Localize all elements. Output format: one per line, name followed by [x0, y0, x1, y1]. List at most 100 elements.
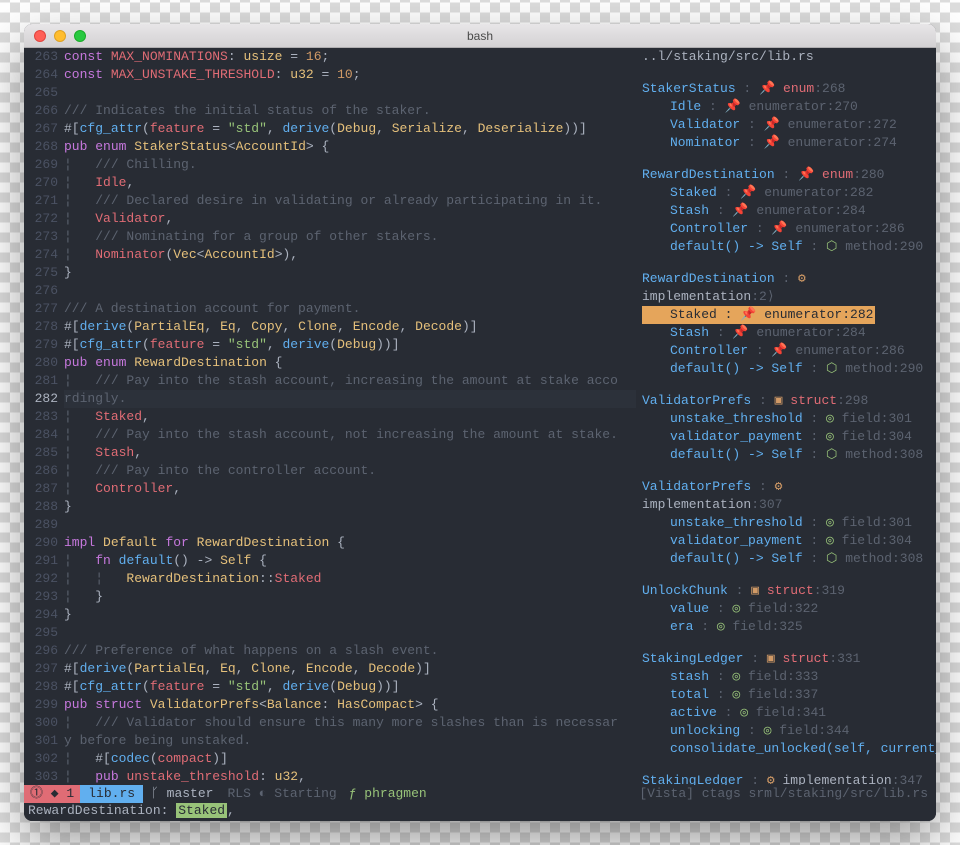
code-line[interactable]: const MAX_NOMINATIONS: usize = 16;: [64, 48, 636, 66]
outline-item[interactable]: Validator : 📌 enumerator:272: [642, 116, 930, 134]
outline-group-header[interactable]: ValidatorPrefs : ⚙ implementation:307: [642, 478, 930, 514]
code-line[interactable]: [64, 282, 636, 300]
code-line[interactable]: rdingly.: [64, 390, 636, 408]
line-number: 284: [24, 426, 58, 444]
code-line[interactable]: #[derive(PartialEq, Eq, Clone, Encode, D…: [64, 660, 636, 678]
outline-item[interactable]: Stash : 📌 enumerator:284: [642, 202, 930, 220]
code-line[interactable]: ¦ /// Pay into the stash account, not in…: [64, 426, 636, 444]
outline-group-header[interactable]: StakingLedger : ▣ struct:331: [642, 650, 930, 668]
code-editor[interactable]: 2632642652662672682692702712722732742752…: [24, 48, 636, 785]
outline-item[interactable]: total : ◎ field:337: [642, 686, 930, 704]
outline-group-header[interactable]: StakerStatus : 📌 enum:268: [642, 80, 930, 98]
outline-item[interactable]: Controller : 📌 enumerator:286: [642, 220, 930, 238]
outline-group-header[interactable]: ValidatorPrefs : ▣ struct:298: [642, 392, 930, 410]
outline-group-header[interactable]: RewardDestination : 📌 enum:280: [642, 166, 930, 184]
command-line[interactable]: RewardDestination: Staked,: [24, 803, 936, 821]
code-line[interactable]: #[cfg_attr(feature = "std", derive(Debug…: [64, 336, 636, 354]
code-line[interactable]: impl Default for RewardDestination {: [64, 534, 636, 552]
line-number: 269: [24, 156, 58, 174]
code-line[interactable]: /// A destination account for payment.: [64, 300, 636, 318]
outline-item[interactable]: validator_payment : ◎ field:304: [642, 532, 930, 550]
outline-group-header[interactable]: UnlockChunk : ▣ struct:319: [642, 582, 930, 600]
outline-item[interactable]: Staked : 📌 enumerator:282: [642, 184, 930, 202]
line-number: 291: [24, 552, 58, 570]
code-line[interactable]: ¦ Idle,: [64, 174, 636, 192]
code-line[interactable]: }: [64, 498, 636, 516]
code-area[interactable]: const MAX_NOMINATIONS: usize = 16;const …: [64, 48, 636, 785]
outline-item[interactable]: unstake_threshold : ◎ field:301: [642, 514, 930, 532]
editor-main[interactable]: 2632642652662672682692702712722732742752…: [24, 48, 936, 785]
code-line[interactable]: [64, 84, 636, 102]
code-line[interactable]: #[cfg_attr(feature = "std", derive(Debug…: [64, 120, 636, 138]
status-branch[interactable]: ᚴ master: [143, 785, 221, 803]
outline-item[interactable]: stash : ◎ field:333: [642, 668, 930, 686]
code-line[interactable]: ¦ fn default() -> Self {: [64, 552, 636, 570]
outline-group-header[interactable]: StakingLedger : ⚙ implementation:347: [642, 772, 930, 785]
titlebar: bash: [24, 24, 936, 48]
code-line[interactable]: ¦ /// Chilling.: [64, 156, 636, 174]
outline-item[interactable]: Controller : 📌 enumerator:286: [642, 342, 930, 360]
outline-item[interactable]: value : ◎ field:322: [642, 600, 930, 618]
code-line[interactable]: pub enum RewardDestination {: [64, 354, 636, 372]
outline-item[interactable]: default() -> Self : ⬡ method:290: [642, 360, 930, 378]
code-line[interactable]: y before being unstaked.: [64, 732, 636, 750]
outline-item[interactable]: Stash : 📌 enumerator:284: [642, 324, 930, 342]
line-number: 266: [24, 102, 58, 120]
outline-item[interactable]: validator_payment : ◎ field:304: [642, 428, 930, 446]
code-line[interactable]: ¦ /// Nominating for a group of other st…: [64, 228, 636, 246]
code-line[interactable]: ¦ /// Validator should ensure this many …: [64, 714, 636, 732]
outline-item[interactable]: active : ◎ field:341: [642, 704, 930, 722]
code-line[interactable]: ¦ /// Pay into the controller account.: [64, 462, 636, 480]
code-line[interactable]: ¦ Controller,: [64, 480, 636, 498]
line-number: 289: [24, 516, 58, 534]
outline-item[interactable]: Idle : 📌 enumerator:270: [642, 98, 930, 116]
line-number: 292: [24, 570, 58, 588]
code-line[interactable]: [64, 516, 636, 534]
line-number: 288: [24, 498, 58, 516]
code-line[interactable]: ¦ }: [64, 588, 636, 606]
outline-item[interactable]: default() -> Self : ⬡ method:308: [642, 446, 930, 464]
line-number: 296: [24, 642, 58, 660]
outline-item[interactable]: unstake_threshold : ◎ field:301: [642, 410, 930, 428]
code-line[interactable]: /// Preference of what happens on a slas…: [64, 642, 636, 660]
cmd-highlight: Staked: [176, 803, 227, 818]
code-line[interactable]: }: [64, 264, 636, 282]
code-line[interactable]: const MAX_UNSTAKE_THRESHOLD: u32 = 10;: [64, 66, 636, 84]
status-filename[interactable]: lib.rs: [80, 785, 143, 803]
status-errors[interactable]: ⓵ ◆ 1: [24, 785, 80, 803]
line-number: 287: [24, 480, 58, 498]
cmd-prefix: RewardDestination:: [28, 803, 176, 818]
code-line[interactable]: ¦ Validator,: [64, 210, 636, 228]
code-line[interactable]: ¦ Staked,: [64, 408, 636, 426]
code-line[interactable]: [64, 624, 636, 642]
code-line[interactable]: ¦ Stash,: [64, 444, 636, 462]
outline-group-header[interactable]: RewardDestination : ⚙ implementation:2⟩: [642, 270, 930, 306]
line-number: 281: [24, 372, 58, 390]
outline-item[interactable]: Staked : 📌 enumerator:282: [642, 306, 930, 324]
status-function: ƒ phragmen: [343, 785, 433, 803]
code-line[interactable]: pub enum StakerStatus<AccountId> {: [64, 138, 636, 156]
line-number: 275: [24, 264, 58, 282]
outline-sidebar[interactable]: ..l/staking/src/lib.rsStakerStatus : 📌 e…: [636, 48, 936, 785]
code-line[interactable]: #[cfg_attr(feature = "std", derive(Debug…: [64, 678, 636, 696]
line-number: 263: [24, 48, 58, 66]
code-line[interactable]: ¦ pub unstake_threshold: u32,: [64, 768, 636, 785]
outline-item[interactable]: Nominator : 📌 enumerator:274: [642, 134, 930, 152]
code-line[interactable]: /// Indicates the initial status of the …: [64, 102, 636, 120]
code-line[interactable]: ¦ ¦ RewardDestination::Staked: [64, 570, 636, 588]
outline-item[interactable]: era : ◎ field:325: [642, 618, 930, 636]
outline-item[interactable]: default() -> Self : ⬡ method:290: [642, 238, 930, 256]
code-line[interactable]: }: [64, 606, 636, 624]
outline-item[interactable]: default() -> Self : ⬡ method:308: [642, 550, 930, 568]
code-line[interactable]: ¦ #[codec(compact)]: [64, 750, 636, 768]
outline-item[interactable]: unlocking : ◎ field:344: [642, 722, 930, 740]
outline-item[interactable]: consolidate_unlocked(self, current_⟩: [642, 740, 930, 758]
code-line[interactable]: ¦ /// Declared desire in validating or a…: [64, 192, 636, 210]
code-line[interactable]: ¦ /// Pay into the stash account, increa…: [64, 372, 636, 390]
line-number: 277: [24, 300, 58, 318]
code-line[interactable]: #[derive(PartialEq, Eq, Copy, Clone, Enc…: [64, 318, 636, 336]
line-number: 301: [24, 732, 58, 750]
code-line[interactable]: ¦ Nominator(Vec<AccountId>),: [64, 246, 636, 264]
window-title: bash: [24, 29, 936, 43]
code-line[interactable]: pub struct ValidatorPrefs<Balance: HasCo…: [64, 696, 636, 714]
